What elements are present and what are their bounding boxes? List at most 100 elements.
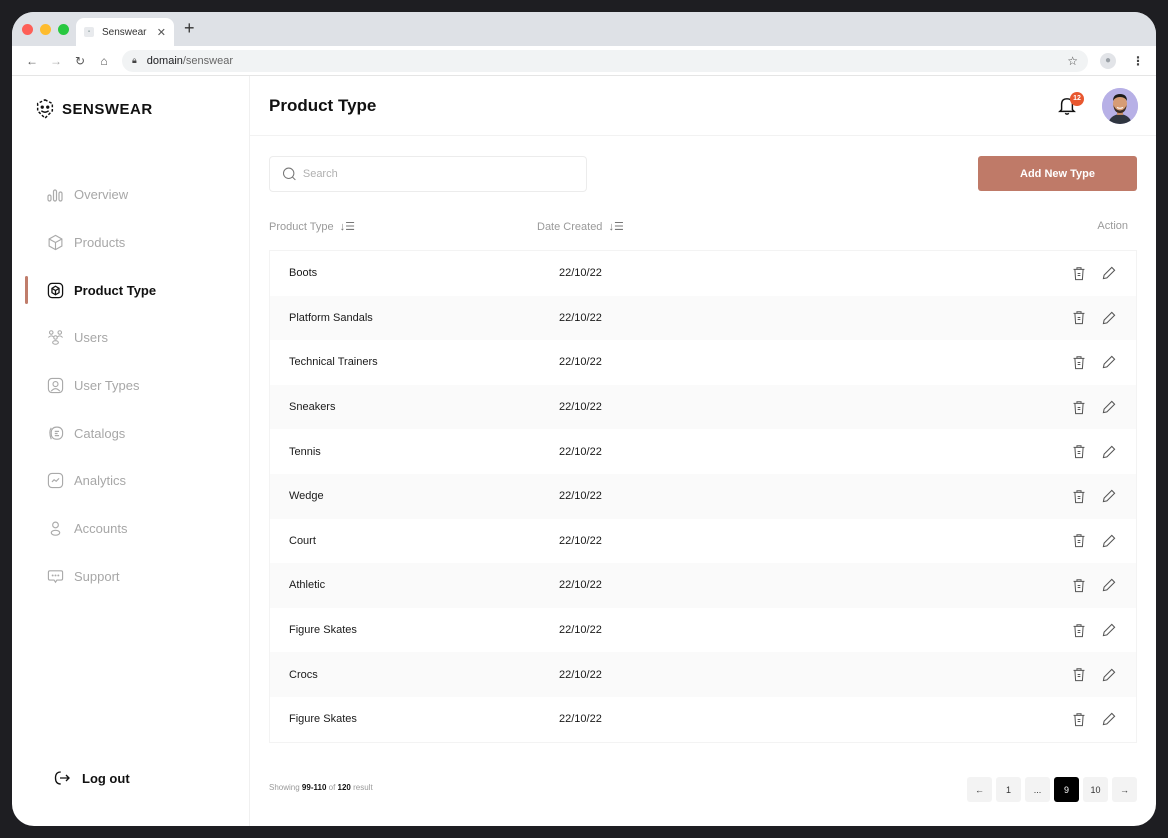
logout-icon	[54, 771, 70, 785]
edit-icon[interactable]	[1102, 489, 1116, 503]
sort-icon[interactable]: ↓☰	[608, 220, 623, 233]
delete-icon[interactable]	[1072, 533, 1086, 548]
table-row[interactable]: Tennis 22/10/22	[270, 429, 1136, 474]
date-created: 22/10/22	[559, 713, 602, 726]
table-row[interactable]: Court 22/10/22	[270, 519, 1136, 564]
notification-badge: 12	[1070, 92, 1084, 106]
sidebar-item-users[interactable]: Users	[12, 314, 249, 362]
sidebar-item-user-types[interactable]: User Types	[12, 362, 249, 410]
sidebar-item-products[interactable]: Products	[12, 219, 249, 267]
brand-logo[interactable]: SENSWEAR	[34, 98, 153, 120]
edit-icon[interactable]	[1102, 400, 1116, 414]
edit-icon[interactable]	[1102, 623, 1116, 637]
delete-icon[interactable]	[1072, 623, 1086, 638]
delete-icon[interactable]	[1072, 266, 1086, 281]
edit-icon[interactable]	[1102, 355, 1116, 369]
sort-icon[interactable]: ↓☰	[340, 220, 355, 233]
column-header-product-type[interactable]: Product Type ↓☰	[269, 220, 355, 234]
row-actions	[1072, 444, 1116, 459]
close-tab-icon[interactable]: ✕	[157, 26, 166, 39]
table-row[interactable]: Athletic 22/10/22	[270, 563, 1136, 608]
next-page-button[interactable]: →	[1112, 777, 1137, 802]
sidebar-item-analytics[interactable]: Analytics	[12, 457, 249, 505]
maximize-window-button[interactable]	[58, 24, 69, 35]
bookmark-star-icon[interactable]: ☆	[1067, 54, 1078, 68]
back-icon[interactable]: ←	[20, 54, 44, 68]
delete-icon[interactable]	[1072, 400, 1086, 415]
table-row[interactable]: Technical Trainers 22/10/22	[270, 340, 1136, 385]
forward-icon[interactable]: →	[44, 54, 68, 68]
column-label: Action	[1097, 220, 1128, 232]
window-controls	[22, 24, 69, 35]
delete-icon[interactable]	[1072, 310, 1086, 325]
logo-icon	[36, 99, 54, 120]
add-new-type-button[interactable]: Add New Type	[978, 156, 1137, 191]
avatar[interactable]	[1102, 88, 1138, 124]
chat-icon	[46, 567, 64, 585]
bar-chart-icon	[46, 186, 64, 204]
sidebar-item-overview[interactable]: Overview	[12, 171, 249, 219]
catalog-icon	[46, 424, 64, 442]
table-row[interactable]: Figure Skates 22/10/22	[270, 608, 1136, 653]
logout-button[interactable]: Log out	[54, 770, 130, 786]
reload-icon[interactable]: ↻	[68, 54, 92, 68]
product-type-name: Figure Skates	[289, 713, 357, 726]
date-created: 22/10/22	[559, 534, 602, 547]
sidebar-item-catalogs[interactable]: Catalogs	[12, 409, 249, 457]
table-row[interactable]: Wedge 22/10/22	[270, 473, 1136, 519]
date-created: 22/10/22	[559, 579, 602, 592]
table-row[interactable]: Sneakers 22/10/22	[270, 384, 1136, 430]
prev-page-button[interactable]: ←	[967, 777, 992, 802]
close-window-button[interactable]	[22, 24, 33, 35]
edit-icon[interactable]	[1102, 445, 1116, 459]
date-created: 22/10/22	[559, 401, 602, 414]
delete-icon[interactable]	[1072, 444, 1086, 459]
edit-icon[interactable]	[1102, 578, 1116, 592]
column-label: Date Created	[537, 220, 603, 233]
edit-icon[interactable]	[1102, 668, 1116, 682]
delete-icon[interactable]	[1072, 667, 1086, 682]
edit-icon[interactable]	[1102, 712, 1116, 726]
results-range: 99-110	[301, 783, 327, 792]
edit-icon[interactable]	[1102, 311, 1116, 325]
page-button-10[interactable]: 10	[1083, 777, 1108, 802]
browser-tab[interactable]: ▪ Senswear ✕	[76, 18, 174, 46]
notifications-button[interactable]: 12	[1058, 92, 1084, 118]
sidebar-item-label: Products	[74, 235, 126, 251]
users-icon	[46, 329, 64, 347]
table-row[interactable]: Boots 22/10/22	[270, 251, 1136, 296]
showing-label: Showing	[269, 783, 300, 792]
sidebar-item-support[interactable]: Support	[12, 553, 249, 601]
search-box[interactable]	[269, 156, 587, 192]
browser-profile-icon[interactable]: ●	[1100, 52, 1116, 69]
column-label: Product Type	[269, 220, 334, 233]
row-actions	[1072, 266, 1116, 281]
avatar-image	[1102, 88, 1138, 124]
sidebar-item-label: Accounts	[74, 521, 128, 537]
search-input[interactable]	[302, 168, 574, 180]
home-icon[interactable]: ⌂	[92, 54, 116, 68]
page-header: Product Type	[250, 76, 1156, 136]
page-button-1[interactable]: 1	[996, 777, 1021, 802]
row-actions	[1072, 667, 1116, 682]
page-ellipsis[interactable]: ...	[1025, 777, 1050, 802]
table-row[interactable]: Platform Sandals 22/10/22	[270, 295, 1136, 341]
new-tab-button[interactable]: +	[184, 18, 195, 39]
page-button-9[interactable]: 9	[1054, 777, 1079, 802]
delete-icon[interactable]	[1072, 355, 1086, 370]
minimize-window-button[interactable]	[40, 24, 51, 35]
delete-icon[interactable]	[1072, 578, 1086, 593]
browser-menu-icon[interactable]: ⋮	[1132, 54, 1144, 68]
url-bar[interactable]: 🔒︎ domain/senswear ☆	[122, 49, 1088, 72]
table-row[interactable]: Figure Skates 22/10/22	[270, 697, 1136, 742]
sidebar-item-product-type[interactable]: Product Type	[12, 266, 249, 314]
edit-icon[interactable]	[1102, 266, 1116, 280]
edit-icon[interactable]	[1102, 534, 1116, 548]
delete-icon[interactable]	[1072, 489, 1086, 504]
sidebar-item-accounts[interactable]: Accounts	[12, 505, 249, 553]
delete-icon[interactable]	[1072, 712, 1086, 727]
user-square-icon	[46, 377, 64, 395]
row-actions	[1072, 533, 1116, 548]
column-header-date-created[interactable]: Date Created ↓☰	[537, 220, 624, 234]
table-row[interactable]: Crocs 22/10/22	[270, 652, 1136, 697]
